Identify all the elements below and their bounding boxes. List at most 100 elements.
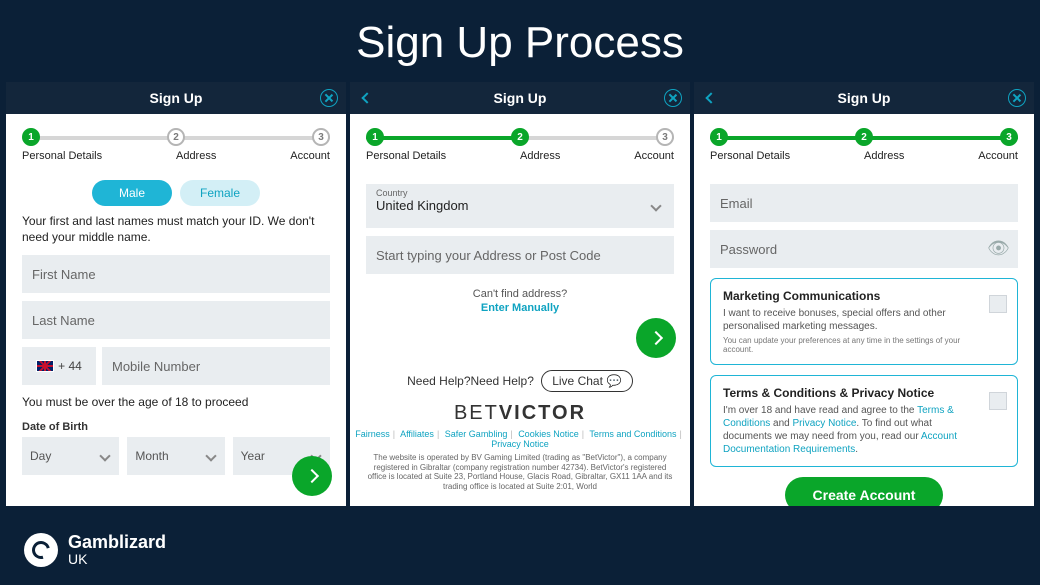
step-labels: Personal Details Address Account	[366, 150, 674, 162]
close-icon	[669, 94, 677, 102]
first-name-input[interactable]	[22, 255, 330, 293]
step-labels: Personal Details Address Account	[22, 150, 330, 162]
footer-link[interactable]: Fairness	[355, 429, 390, 439]
step-label: Address	[864, 150, 904, 162]
address-input[interactable]	[366, 236, 674, 274]
card-header: Sign Up	[350, 82, 690, 114]
cant-find-text: Can't find address?	[350, 288, 690, 300]
gamblizard-logo-icon	[24, 533, 58, 567]
footer-link[interactable]: Privacy Notice	[491, 439, 549, 449]
terms-consent-box: Terms & Conditions & Privacy Notice I'm …	[710, 375, 1018, 467]
marketing-consent-box: Marketing Communications I want to recei…	[710, 278, 1018, 365]
step-label: Account	[290, 150, 330, 162]
email-input[interactable]	[710, 184, 1018, 222]
country-label: Country	[376, 188, 664, 198]
back-button[interactable]	[702, 89, 720, 107]
live-chat-button[interactable]: Live Chat 💬	[541, 370, 633, 392]
show-password-icon[interactable]: 👁	[987, 238, 1010, 259]
cc-text: + 44	[58, 359, 82, 373]
brand-name: Gamblizard	[68, 533, 166, 551]
terms-title: Terms & Conditions & Privacy Notice	[723, 386, 977, 400]
step-dot-1: 1	[710, 128, 728, 146]
step-dot-1: 1	[22, 128, 40, 146]
create-account-button[interactable]: Create Account	[785, 477, 944, 506]
enter-manually-link[interactable]: Enter Manually	[350, 302, 690, 314]
close-icon	[1013, 94, 1021, 102]
chevron-down-icon	[100, 450, 111, 461]
betvictor-logo: BETVICTOR	[350, 402, 690, 425]
close-icon	[325, 94, 333, 102]
step-label: Account	[978, 150, 1018, 162]
brand-sub: UK	[68, 551, 166, 567]
card-step-2: Sign Up 1 2 3 Personal Details Address A…	[350, 82, 690, 506]
progress-bar: 1 2 3	[366, 136, 674, 140]
card-step-3: Sign Up 1 2 3 Personal Details Address A…	[694, 82, 1034, 506]
back-button[interactable]	[358, 89, 376, 107]
name-note: Your first and last names must match you…	[22, 214, 330, 245]
page-title: Sign Up Process	[0, 0, 1040, 82]
chevron-left-icon	[705, 92, 716, 103]
dob-month-select[interactable]: Month	[127, 437, 224, 475]
step-label: Account	[634, 150, 674, 162]
terms-text: I'm over 18 and have read and agree to t…	[723, 404, 977, 456]
help-row: Need Help?Need Help? Live Chat 💬	[350, 370, 690, 392]
chevron-left-icon	[361, 92, 372, 103]
terms-checkbox[interactable]	[989, 392, 1007, 410]
country-select[interactable]: Country United Kingdom	[366, 184, 674, 228]
step-label: Personal Details	[710, 150, 790, 162]
country-value: United Kingdom	[376, 198, 664, 213]
marketing-text: I want to receive bonuses, special offer…	[723, 307, 977, 333]
age-note: You must be over the age of 18 to procee…	[22, 395, 330, 411]
chevron-right-icon	[305, 469, 319, 483]
password-input[interactable]	[710, 230, 1018, 268]
footer-link[interactable]: Safer Gambling	[445, 429, 508, 439]
gender-male-button[interactable]: Male	[92, 180, 172, 206]
step-labels: Personal Details Address Account	[710, 150, 1018, 162]
footer-link[interactable]: Affiliates	[400, 429, 434, 439]
chevron-down-icon	[205, 450, 216, 461]
card-header: Sign Up	[6, 82, 346, 114]
step-label: Personal Details	[366, 150, 446, 162]
step-dot-2: 2	[167, 128, 185, 146]
step-label: Address	[520, 150, 560, 162]
footer-links: Fairness| Affiliates| Safer Gambling| Co…	[350, 429, 690, 449]
country-code-select[interactable]: + 44	[22, 347, 96, 385]
next-button[interactable]	[636, 318, 676, 358]
progress-bar: 1 2 3	[22, 136, 330, 140]
gender-female-button[interactable]: Female	[180, 180, 260, 206]
chat-icon: 💬	[607, 374, 622, 388]
marketing-checkbox[interactable]	[989, 295, 1007, 313]
select-text: Month	[135, 449, 168, 463]
step-dot-1: 1	[366, 128, 384, 146]
header-title: Sign Up	[838, 90, 891, 106]
card-step-1: Sign Up 1 2 3 Personal Details Address A…	[6, 82, 346, 506]
mobile-input[interactable]	[102, 347, 330, 385]
close-button[interactable]	[320, 89, 338, 107]
help-text: Need Help?Need Help?	[407, 374, 534, 388]
dob-day-select[interactable]: Day	[22, 437, 119, 475]
close-button[interactable]	[664, 89, 682, 107]
cards: Sign Up 1 2 3 Personal Details Address A…	[0, 82, 1040, 506]
close-button[interactable]	[1008, 89, 1026, 107]
step-dot-3: 3	[1000, 128, 1018, 146]
privacy-link[interactable]: Privacy Notice	[793, 418, 857, 429]
chevron-right-icon	[649, 331, 663, 345]
select-text: Day	[30, 449, 51, 463]
step-dot-3: 3	[656, 128, 674, 146]
footer-link[interactable]: Terms and Conditions	[589, 429, 676, 439]
step-label: Address	[176, 150, 216, 162]
step-dot-2: 2	[511, 128, 529, 146]
card-header: Sign Up	[694, 82, 1034, 114]
dob-label: Date of Birth	[22, 421, 330, 433]
select-text: Year	[241, 449, 265, 463]
next-button[interactable]	[292, 456, 332, 496]
header-title: Sign Up	[494, 90, 547, 106]
uk-flag-icon	[36, 360, 54, 372]
step-dot-2: 2	[855, 128, 873, 146]
progress-bar: 1 2 3	[710, 136, 1018, 140]
header-title: Sign Up	[150, 90, 203, 106]
footer-link[interactable]: Cookies Notice	[518, 429, 579, 439]
marketing-title: Marketing Communications	[723, 289, 977, 303]
marketing-sub: You can update your preferences at any t…	[723, 336, 977, 354]
last-name-input[interactable]	[22, 301, 330, 339]
